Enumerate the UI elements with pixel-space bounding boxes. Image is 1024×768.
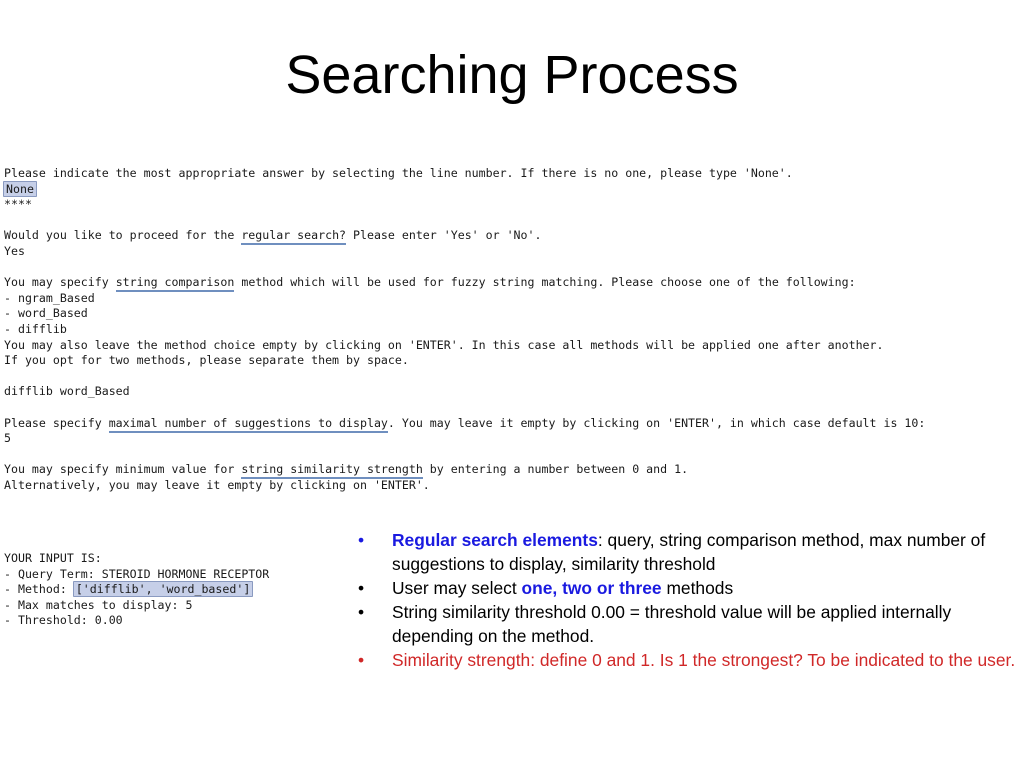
- console-line-text: - difflib: [4, 321, 67, 336]
- console-line-text: by entering a number between 0 and 1.: [422, 462, 689, 477]
- console-line-text: difflib word_Based: [4, 384, 130, 399]
- input-summary-line-text: - Max matches to display: 5: [4, 597, 193, 612]
- console-line: Please specify maximal number of suggest…: [4, 415, 1020, 433]
- notes-bullet-list: • Regular search elements: query, string …: [352, 528, 1020, 672]
- input-summary-line: YOUR INPUT IS:: [4, 551, 269, 567]
- underlined-phrase: regular search?: [241, 228, 347, 246]
- highlighted-token[interactable]: ['difflib', 'word_based']: [72, 581, 254, 598]
- input-summary-line-text: YOUR INPUT IS:: [4, 551, 102, 565]
- input-summary-line-text: - Method:: [4, 582, 74, 597]
- console-line: difflib word_Based: [4, 384, 1020, 400]
- bullet-dot-icon: •: [358, 650, 365, 670]
- bullet-text: String similarity threshold 0.00 = thres…: [392, 602, 952, 646]
- bullet-dot-icon: •: [358, 602, 365, 622]
- input-summary-line: - Query Term: STEROID HORMONE RECEPTOR: [4, 567, 269, 583]
- console-line: Yes: [4, 244, 1020, 260]
- bullet-text: User may select: [392, 578, 522, 598]
- console-line: 5: [4, 431, 1020, 447]
- console-line: None: [3, 180, 1020, 198]
- console-line-text: Please enter 'Yes' or 'No'.: [346, 228, 542, 243]
- page-title: Searching Process: [285, 45, 739, 105]
- console-line: Alternatively, you may leave it empty by…: [4, 478, 1020, 494]
- console-line: - difflib: [4, 322, 1020, 338]
- console-line-text: Yes: [4, 243, 25, 258]
- console-line-text: ****: [4, 197, 32, 212]
- console-line-text: You may specify minimum value for: [4, 462, 242, 477]
- console-line-text: - ngram_Based: [4, 290, 95, 305]
- input-summary-line: - Max matches to display: 5: [4, 598, 269, 614]
- console-line: - ngram_Based: [4, 291, 1020, 307]
- highlighted-token[interactable]: None: [3, 180, 37, 197]
- console-line-text: 5: [4, 431, 11, 446]
- console-line-text: Would you like to proceed for the: [4, 228, 242, 243]
- underlined-phrase: string similarity strength: [241, 462, 423, 480]
- input-summary-line-text: - Threshold: 0.00: [4, 613, 123, 628]
- bullet-item: • String similarity threshold 0.00 = thre…: [352, 600, 1020, 648]
- bullet-item: • Regular search elements: query, string …: [352, 528, 1020, 576]
- emphasis-blue: Regular search elements: [392, 530, 598, 550]
- console-line-text: If you opt for two methods, please separ…: [4, 353, 409, 368]
- bullet-item: • User may select one, two or three metho…: [352, 576, 1020, 600]
- console-line-text: Alternatively, you may leave it empty by…: [4, 477, 430, 492]
- underlined-phrase: maximal number of suggestions to display: [108, 415, 388, 433]
- console-transcript: Please indicate the most appropriate ans…: [3, 166, 1020, 494]
- emphasis-red: Similarity strength: define 0 and 1. Is …: [392, 650, 1016, 670]
- console-line-text: - word_Based: [4, 306, 88, 321]
- input-summary-line-text: - Query Term: STEROID HORMONE RECEPTOR: [4, 566, 270, 581]
- console-line: You may specify minimum value for string…: [4, 462, 1020, 480]
- console-line-text: Please indicate the most appropriate ans…: [4, 166, 793, 180]
- console-line-text: . You may leave it empty by clicking on …: [387, 415, 926, 430]
- bullet-text: methods: [661, 578, 734, 598]
- input-summary-line: - Method: ['difflib', 'word_based']: [4, 581, 269, 598]
- emphasis-blue: one, two or three: [521, 578, 662, 598]
- console-line: You may also leave the method choice emp…: [4, 338, 1020, 354]
- bullet-dot-icon: •: [358, 578, 365, 598]
- console-line-text: You may specify: [4, 275, 116, 290]
- bullet-text: String similarity threshold 0.00 = thres…: [392, 600, 1020, 648]
- console-line: You may specify string comparison method…: [4, 275, 1020, 293]
- console-line-text: method which will be used for fuzzy stri…: [234, 275, 856, 290]
- console-line-text: Please specify: [4, 415, 109, 430]
- bullet-text: Regular search elements: query, string c…: [392, 528, 1020, 576]
- bullet-item: • Similarity strength: define 0 and 1. Is…: [352, 648, 1020, 672]
- console-line: If you opt for two methods, please separ…: [4, 353, 1020, 369]
- console-line: ****: [4, 197, 1020, 213]
- console-line: Please indicate the most appropriate ans…: [4, 166, 1020, 182]
- console-line: - word_Based: [4, 306, 1020, 322]
- bullet-dot-icon: •: [358, 530, 365, 550]
- underlined-phrase: string comparison: [115, 275, 235, 293]
- bullet-text: Similarity strength: define 0 and 1. Is …: [392, 648, 1020, 672]
- console-line-text: You may also leave the method choice emp…: [4, 337, 884, 352]
- your-input-summary: YOUR INPUT IS: - Query Term: STEROID HORM…: [4, 551, 269, 629]
- console-line: Would you like to proceed for the regula…: [4, 228, 1020, 246]
- input-summary-line: - Threshold: 0.00: [4, 613, 269, 629]
- bullet-text: User may select one, two or three method…: [392, 576, 1020, 600]
